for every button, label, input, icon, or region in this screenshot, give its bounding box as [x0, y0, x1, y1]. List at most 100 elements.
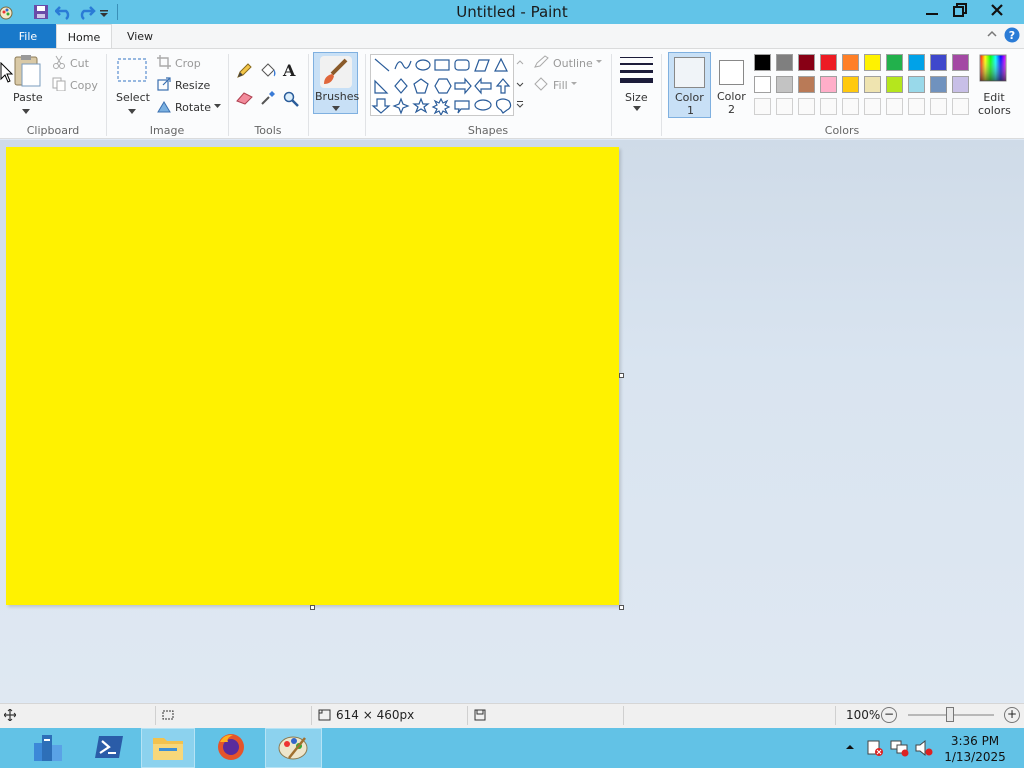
palette-swatch[interactable]	[776, 76, 793, 93]
palette-swatch[interactable]	[798, 76, 815, 93]
shapes-scroll[interactable]	[515, 56, 525, 114]
custom-color-slot[interactable]	[820, 98, 837, 115]
network-icon[interactable]	[890, 739, 910, 760]
text-icon[interactable]: A	[283, 61, 295, 80]
select-button[interactable]	[116, 57, 148, 88]
magnifier-icon[interactable]	[283, 91, 299, 110]
rainbow-icon	[979, 54, 1007, 85]
size-icon	[620, 57, 654, 88]
palette-swatch[interactable]	[820, 76, 837, 93]
select-dropdown-arrow[interactable]	[128, 105, 136, 118]
custom-color-slot[interactable]	[930, 98, 947, 115]
paste-icon	[10, 55, 44, 91]
zoom-slider-thumb[interactable]	[946, 707, 954, 722]
cut-icon	[52, 55, 70, 72]
resize-handle-bottom[interactable]	[310, 605, 315, 610]
brushes-button[interactable]: Brushes	[313, 52, 360, 114]
color1-button[interactable]: Color 1	[668, 52, 711, 118]
action-center-icon[interactable]	[866, 739, 884, 760]
palette-swatch[interactable]	[842, 76, 859, 93]
palette-swatch[interactable]	[908, 76, 925, 93]
resize-button[interactable]: Resize	[157, 76, 210, 94]
resize-handle-corner[interactable]	[619, 605, 624, 610]
cut-label: Cut	[70, 56, 89, 70]
copy-icon	[52, 77, 70, 94]
cut-button[interactable]: Cut	[52, 54, 89, 72]
tab-home[interactable]: Home	[56, 24, 112, 49]
resize-handle-right[interactable]	[619, 373, 624, 378]
tab-file[interactable]: File	[0, 24, 56, 48]
paint-taskbar-icon	[277, 732, 311, 765]
palette-swatch[interactable]	[886, 54, 903, 71]
powershell-button[interactable]	[80, 728, 138, 768]
custom-color-slot[interactable]	[776, 98, 793, 115]
color2-button[interactable]: Color 2	[712, 52, 752, 118]
cursor-position-icon	[3, 708, 17, 724]
palette-swatch[interactable]	[952, 76, 969, 93]
help-icon[interactable]: ?	[1004, 27, 1020, 46]
canvas-dimensions: 614 × 460px	[336, 708, 415, 722]
firefox-button[interactable]	[202, 728, 260, 768]
canvas-size-icon	[318, 709, 332, 724]
custom-color-slot[interactable]	[908, 98, 925, 115]
status-separator	[311, 706, 312, 725]
zoom-in-button[interactable]: +	[1004, 707, 1020, 723]
restore-icon	[953, 2, 967, 20]
custom-color-slot[interactable]	[754, 98, 771, 115]
drawing-canvas[interactable]	[6, 147, 619, 605]
custom-color-slot[interactable]	[886, 98, 903, 115]
copy-button[interactable]: Copy	[52, 76, 98, 94]
outline-icon	[533, 54, 553, 72]
palette-swatch[interactable]	[842, 54, 859, 71]
close-button[interactable]	[972, 0, 1022, 22]
palette-swatch[interactable]	[754, 76, 771, 93]
paste-dropdown-arrow[interactable]	[22, 105, 30, 118]
shapes-gallery-icons[interactable]	[371, 55, 513, 117]
shapes-gallery[interactable]	[370, 54, 514, 117]
palette-swatch[interactable]	[798, 54, 815, 71]
zoom-out-button[interactable]: −	[881, 707, 897, 723]
palette-swatch[interactable]	[776, 54, 793, 71]
outline-label: Outline	[553, 56, 593, 70]
custom-color-slot[interactable]	[842, 98, 859, 115]
color-picker-icon[interactable]	[260, 90, 276, 109]
crop-button[interactable]: Crop	[157, 54, 201, 72]
resize-label: Resize	[175, 78, 211, 92]
file-explorer-icon	[151, 732, 185, 765]
palette-swatch[interactable]	[930, 76, 947, 93]
paste-button[interactable]	[10, 54, 44, 90]
rotate-button[interactable]: Rotate	[157, 98, 227, 116]
palette-swatch[interactable]	[886, 76, 903, 93]
palette-swatch[interactable]	[754, 54, 771, 71]
edit-colors-label: Edit colors	[978, 91, 1011, 117]
pencil-icon[interactable]	[236, 63, 252, 82]
close-icon	[990, 3, 1004, 20]
palette-swatch[interactable]	[952, 54, 969, 71]
palette-swatch[interactable]	[864, 54, 881, 71]
fill-shape-button[interactable]: Fill	[533, 76, 583, 94]
tray-up-icon[interactable]	[845, 742, 855, 755]
crop-icon	[157, 54, 175, 72]
size-button[interactable]: Size	[620, 55, 654, 115]
custom-color-slot[interactable]	[864, 98, 881, 115]
palette-swatch[interactable]	[908, 54, 925, 71]
custom-color-slot[interactable]	[798, 98, 815, 115]
edit-colors-button[interactable]	[979, 54, 1007, 82]
volume-icon[interactable]	[914, 739, 934, 760]
palette-swatch[interactable]	[930, 54, 947, 71]
powershell-icon	[94, 734, 124, 763]
fill-icon[interactable]	[259, 63, 277, 82]
file-explorer-button[interactable]	[141, 728, 195, 768]
outline-button[interactable]: Outline	[533, 54, 608, 72]
fill-shape-icon	[533, 76, 553, 94]
eraser-icon[interactable]	[236, 91, 254, 108]
brushes-label: Brushes	[315, 90, 360, 103]
palette-swatch[interactable]	[864, 76, 881, 93]
paint-taskbar-button[interactable]	[265, 728, 322, 768]
collapse-ribbon-icon[interactable]	[986, 28, 998, 43]
palette-swatch[interactable]	[820, 54, 837, 71]
tab-view[interactable]: View	[112, 24, 168, 48]
system-clock[interactable]: 3:36 PM 1/13/2025	[938, 733, 1012, 765]
server-manager-button[interactable]	[18, 728, 76, 768]
custom-color-slot[interactable]	[952, 98, 969, 115]
